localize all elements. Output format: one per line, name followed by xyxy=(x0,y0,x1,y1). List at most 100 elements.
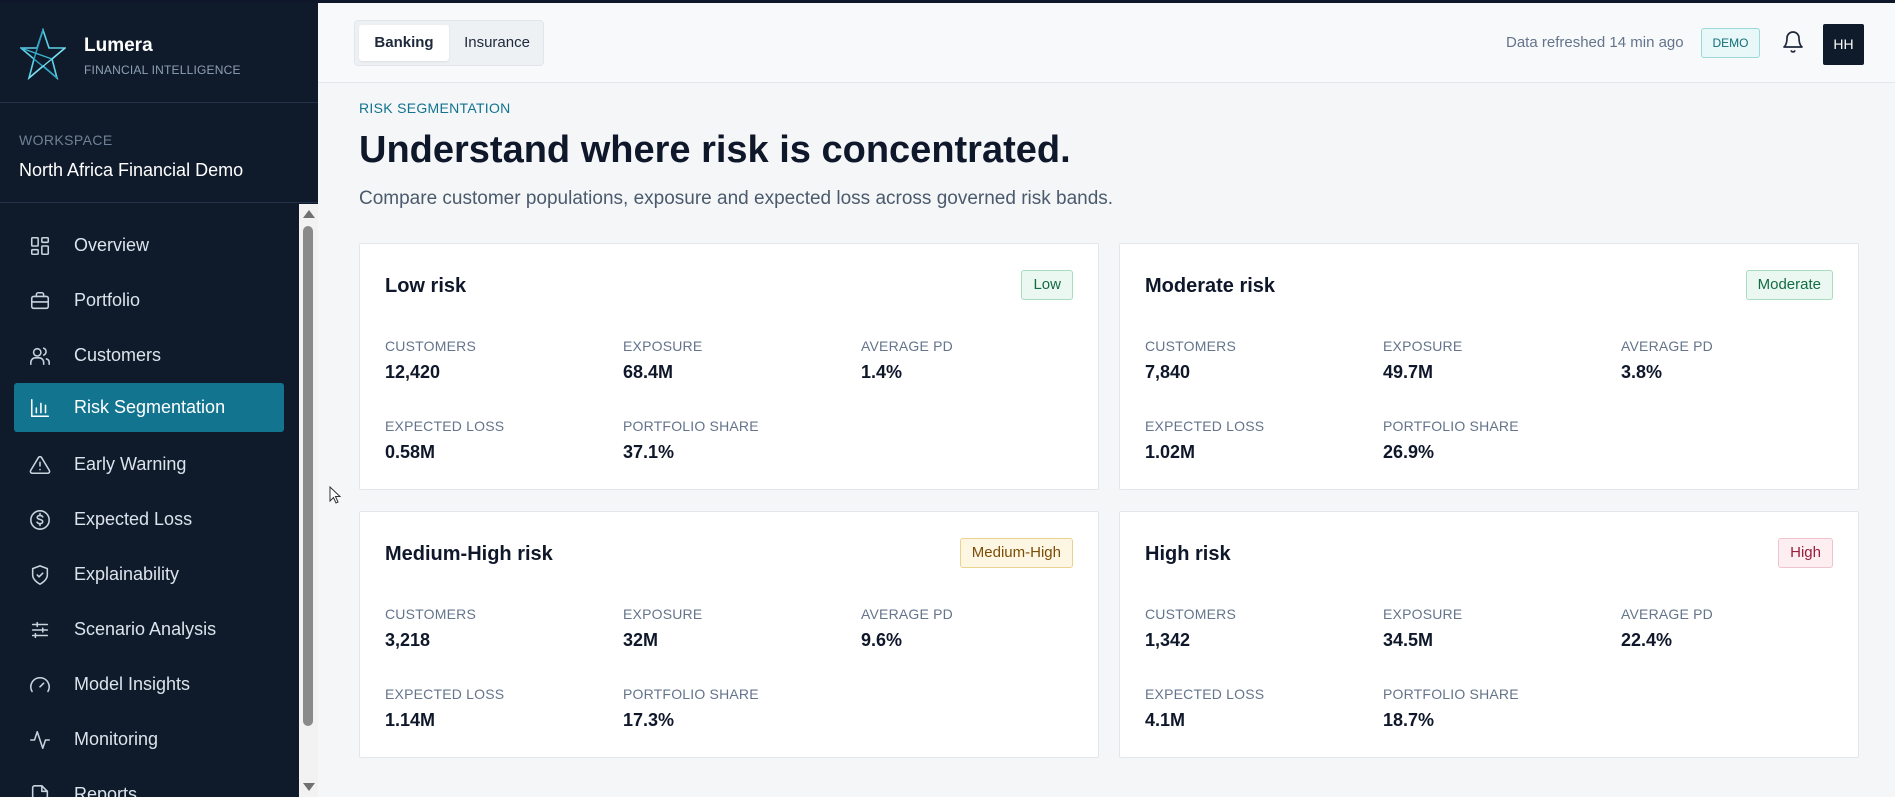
metric-label: PORTFOLIO SHARE xyxy=(623,418,759,434)
dollar-circle-icon xyxy=(28,508,52,532)
page-title: Understand where risk is concentrated. xyxy=(359,129,1071,171)
metric-value: 0.58M xyxy=(385,442,436,462)
scroll-up-arrow-icon[interactable] xyxy=(303,210,315,218)
workspace-switcher[interactable]: WORKSPACE North Africa Financial Demo xyxy=(0,103,318,203)
risk-badge: Low xyxy=(1021,270,1073,300)
risk-badge: High xyxy=(1778,538,1833,568)
risk-badge: Moderate xyxy=(1745,270,1833,300)
top-header: Banking Insurance Data refreshed 14 min … xyxy=(318,3,1895,83)
metric-exposure: EXPOSURE 34.5M xyxy=(1383,606,1462,651)
segment-card-medium-high: Medium-High risk Medium-High CUSTOMERS 3,… xyxy=(359,511,1099,758)
metric-label: AVERAGE PD xyxy=(861,606,953,622)
sidebar-scrollbar[interactable] xyxy=(299,204,318,797)
mouse-pointer-icon xyxy=(329,486,341,504)
sidebar-item-model-insights[interactable]: Model Insights xyxy=(14,660,284,709)
window-top-border xyxy=(0,0,1895,3)
metric-expected-loss: EXPECTED LOSS 1.14M xyxy=(385,686,504,731)
metric-customers: CUSTOMERS 12,420 xyxy=(385,338,476,383)
metric-label: AVERAGE PD xyxy=(861,338,953,354)
metric-expected-loss: EXPECTED LOSS 1.02M xyxy=(1145,418,1264,463)
activity-icon xyxy=(28,728,52,752)
metric-value: 26.9% xyxy=(1383,442,1435,462)
sidebar-nav: Overview Portfolio Customers Risk Segmen… xyxy=(0,204,300,797)
metric-portfolio-share: PORTFOLIO SHARE 26.9% xyxy=(1383,418,1519,463)
sidebar-item-portfolio[interactable]: Portfolio xyxy=(14,276,284,325)
metric-value: 1.14M xyxy=(385,710,436,730)
gauge-icon xyxy=(28,673,52,697)
metric-value: 4.1M xyxy=(1145,710,1186,730)
sliders-icon xyxy=(28,618,52,642)
sidebar-item-label: Customers xyxy=(74,345,162,365)
sidebar-item-label: Expected Loss xyxy=(74,509,193,529)
shield-check-icon xyxy=(28,563,52,587)
metric-portfolio-share: PORTFOLIO SHARE 18.7% xyxy=(1383,686,1519,731)
warning-triangle-icon xyxy=(28,453,52,477)
tab-insurance[interactable]: Insurance xyxy=(453,25,541,61)
metric-label: PORTFOLIO SHARE xyxy=(1383,418,1519,434)
metric-value: 34.5M xyxy=(1383,630,1434,650)
user-avatar[interactable]: HH xyxy=(1823,24,1864,65)
metric-value: 37.1% xyxy=(623,442,675,462)
segment-card-moderate: Moderate risk Moderate CUSTOMERS 7,840 EX… xyxy=(1119,243,1859,490)
sidebar: Lumera FINANCIAL INTELLIGENCE WORKSPACE … xyxy=(0,0,318,797)
metric-exposure: EXPOSURE 68.4M xyxy=(623,338,702,383)
sidebar-item-expected-loss[interactable]: Expected Loss xyxy=(14,495,284,544)
sidebar-item-label: Risk Segmentation xyxy=(74,397,226,417)
metric-label: CUSTOMERS xyxy=(385,606,476,622)
sidebar-item-label: Model Insights xyxy=(74,674,191,694)
page-eyebrow: RISK SEGMENTATION xyxy=(359,100,511,116)
metric-label: EXPOSURE xyxy=(623,338,703,354)
metric-label: CUSTOMERS xyxy=(1145,606,1236,622)
metric-customers: CUSTOMERS 1,342 xyxy=(1145,606,1236,651)
metric-value: 1.4% xyxy=(861,362,903,382)
brand-name: Lumera xyxy=(84,35,153,56)
sidebar-item-risk-segmentation[interactable]: Risk Segmentation xyxy=(14,383,284,432)
notifications-bell-icon[interactable] xyxy=(1781,29,1805,55)
metric-value: 9.6% xyxy=(861,630,903,650)
metric-value: 68.4M xyxy=(623,362,674,382)
tab-banking[interactable]: Banking xyxy=(359,25,449,61)
sidebar-item-label: Scenario Analysis xyxy=(74,619,217,639)
sidebar-item-label: Portfolio xyxy=(74,290,141,310)
sidebar-item-customers[interactable]: Customers xyxy=(14,331,284,380)
metric-value: 1,342 xyxy=(1145,630,1191,650)
scrollbar-thumb[interactable] xyxy=(303,226,313,726)
metric-expected-loss: EXPECTED LOSS 0.58M xyxy=(385,418,504,463)
scroll-down-arrow-icon[interactable] xyxy=(303,783,315,791)
demo-badge: DEMO xyxy=(1701,28,1760,58)
sidebar-item-label: Reports xyxy=(74,784,138,797)
metric-average-pd: AVERAGE PD 9.6% xyxy=(861,606,953,651)
brand-tagline: FINANCIAL INTELLIGENCE xyxy=(84,63,241,77)
sidebar-item-overview[interactable]: Overview xyxy=(14,221,284,270)
brand: Lumera FINANCIAL INTELLIGENCE xyxy=(0,3,318,103)
risk-badge: Medium-High xyxy=(959,538,1073,568)
metric-expected-loss: EXPECTED LOSS 4.1M xyxy=(1145,686,1264,731)
metric-value: 18.7% xyxy=(1383,710,1435,730)
metric-label: EXPECTED LOSS xyxy=(1145,686,1265,702)
metric-customers: CUSTOMERS 7,840 xyxy=(1145,338,1236,383)
sidebar-item-monitoring[interactable]: Monitoring xyxy=(14,715,284,764)
metric-label: CUSTOMERS xyxy=(385,338,476,354)
data-refresh-status: Data refreshed 14 min ago xyxy=(1506,34,1684,51)
workspace-label: WORKSPACE xyxy=(19,132,113,148)
document-icon xyxy=(28,783,52,797)
sidebar-item-reports[interactable]: Reports xyxy=(14,770,284,797)
metric-exposure: EXPOSURE 32M xyxy=(623,606,702,651)
metric-value: 1.02M xyxy=(1145,442,1196,462)
sidebar-item-explainability[interactable]: Explainability xyxy=(14,550,284,599)
segment-title: Moderate risk xyxy=(1145,275,1276,297)
sidebar-item-label: Early Warning xyxy=(74,454,187,474)
segment-title: Medium-High risk xyxy=(385,543,553,565)
workspace-name: North Africa Financial Demo xyxy=(19,160,244,180)
users-icon xyxy=(28,344,52,368)
metric-average-pd: AVERAGE PD 22.4% xyxy=(1621,606,1713,651)
sidebar-item-scenario-analysis[interactable]: Scenario Analysis xyxy=(14,605,284,654)
metric-exposure: EXPOSURE 49.7M xyxy=(1383,338,1462,383)
metric-customers: CUSTOMERS 3,218 xyxy=(385,606,476,651)
metric-value: 7,840 xyxy=(1145,362,1191,382)
metric-value: 3.8% xyxy=(1621,362,1663,382)
sidebar-item-early-warning[interactable]: Early Warning xyxy=(14,440,284,489)
metric-portfolio-share: PORTFOLIO SHARE 37.1% xyxy=(623,418,759,463)
metric-label: EXPECTED LOSS xyxy=(385,686,505,702)
metric-label: AVERAGE PD xyxy=(1621,606,1713,622)
